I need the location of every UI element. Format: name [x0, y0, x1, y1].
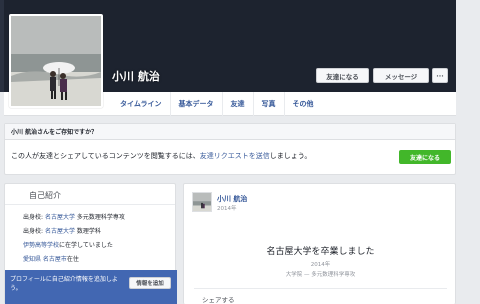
intro-line-suffix: 数理学科: [74, 228, 101, 235]
cover-edge: [0, 0, 4, 92]
intro-education-highschool: 伊勢高等学校に在学していました: [23, 240, 113, 249]
intro-divider: [5, 204, 175, 205]
intro-line-prefix: 出身校:: [23, 214, 45, 221]
add-intro-prompt: プロフィールに自己紹介情報を追加しよう。 情報を追加: [5, 270, 177, 304]
profile-nav-items: タイムライン 基本データ 友達 写真 その他: [112, 92, 322, 116]
post-date[interactable]: 2014年: [217, 204, 237, 212]
add-info-button[interactable]: 情報を追加: [129, 277, 171, 289]
tab-photos[interactable]: 写真: [252, 92, 284, 116]
more-options-button[interactable]: ···: [432, 68, 448, 83]
add-friend-button[interactable]: 友達になる: [316, 68, 369, 83]
share-button[interactable]: シェアする: [202, 294, 235, 304]
intro-line-prefix: 出身校:: [23, 228, 45, 235]
life-event-detail: 大学院 — 多元数理科学専攻: [285, 272, 356, 278]
tab-more[interactable]: その他: [283, 92, 322, 116]
intro-current-city: 愛知県 名古屋市在住: [23, 254, 79, 263]
profile-name[interactable]: 小川 航治: [112, 68, 160, 84]
do-you-know-header: 小川 航治さんをご存知ですか？: [5, 124, 455, 140]
intro-education-undergrad: 出身校: 名古屋大学 数理学科: [23, 226, 101, 235]
intro-title: 自己紹介: [29, 191, 61, 200]
send-friend-request-link[interactable]: 友達リクエストを送信: [200, 152, 270, 160]
post-author-name[interactable]: 小川 航治: [217, 194, 247, 204]
tab-about[interactable]: 基本データ: [169, 92, 222, 116]
life-event-post: 小川 航治 2014年 名古屋大学を卒業しました 2014年 大学院 — 多元数…: [183, 183, 456, 304]
intro-line-suffix: 多元数理科学専攻: [74, 214, 125, 221]
add-friend-green-button[interactable]: 友達になる: [399, 150, 451, 164]
profile-picture[interactable]: [9, 14, 103, 108]
message-button-label: メッセージ: [384, 72, 418, 81]
intro-line-suffix: に在学していました: [59, 242, 113, 249]
post-divider: [194, 288, 447, 289]
profile-photo-image: [11, 16, 101, 106]
avatar-image: [193, 193, 211, 211]
life-event-title: 名古屋大学を卒業しました: [266, 247, 375, 257]
do-you-know-message: この人が友達とシェアしているコンテンツを閲覧するには、友達リクエストを送信しまし…: [11, 151, 311, 161]
city-link-nagoya[interactable]: 愛知県 名古屋市: [23, 256, 67, 263]
intro-education-graduate: 出身校: 名古屋大学 多元数理科学専攻: [23, 212, 125, 221]
do-you-know-prefix: この人が友達とシェアしているコンテンツを閲覧するには、: [11, 152, 200, 160]
do-you-know-suffix: しましょう。: [269, 152, 312, 160]
intro-line-suffix: 在住: [66, 256, 79, 263]
school-link-nagoya-univ[interactable]: 名古屋大学: [45, 228, 75, 235]
life-event-year: 2014年: [310, 262, 331, 268]
add-intro-prompt-text: プロフィールに自己紹介情報を追加しよう。: [10, 276, 118, 292]
do-you-know-card: 小川 航治さんをご存知ですか？ この人が友達とシェアしているコンテンツを閲覧する…: [4, 123, 456, 175]
message-button[interactable]: メッセージ: [373, 68, 429, 83]
add-friend-button-label: 友達になる: [326, 72, 359, 81]
intro-card: 自己紹介 出身校: 名古屋大学 多元数理科学専攻 出身校: 名古屋大学 数理学科…: [4, 183, 177, 304]
post-author-avatar[interactable]: [192, 192, 212, 212]
tab-timeline[interactable]: タイムライン: [112, 92, 170, 116]
school-link-ise-highschool[interactable]: 伊勢高等学校: [23, 242, 59, 249]
school-link-nagoya-univ[interactable]: 名古屋大学: [45, 214, 75, 221]
more-dots-icon: ···: [436, 71, 444, 80]
page-background-strip: [456, 0, 480, 92]
tab-friends[interactable]: 友達: [221, 92, 253, 116]
